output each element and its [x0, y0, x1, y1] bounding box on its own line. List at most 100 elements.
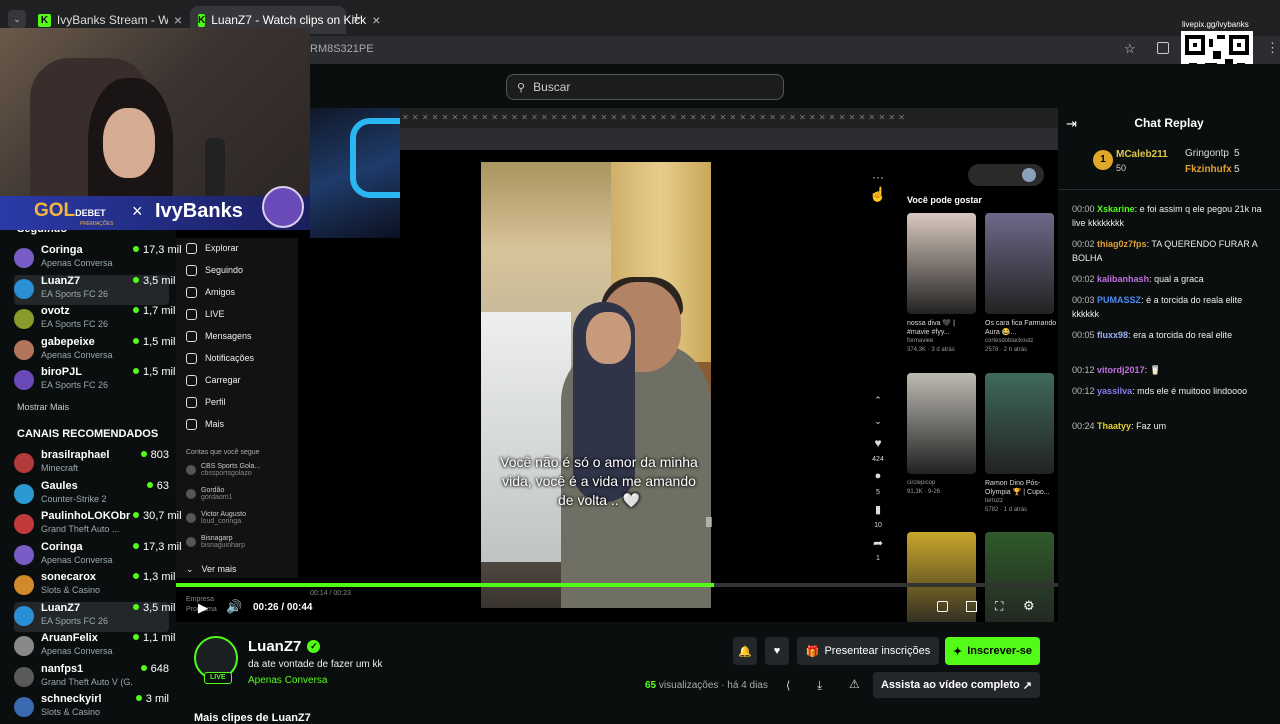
message-user[interactable]: vitordj2017 [1097, 365, 1145, 375]
theater-mode-icon[interactable] [937, 601, 948, 612]
chevron-up-icon[interactable]: ⌃ [868, 395, 888, 406]
search-input[interactable]: ⚲ Buscar [506, 74, 784, 100]
tiktok-menu-5[interactable]: Notificações [186, 351, 254, 365]
picture-in-picture-icon[interactable] [966, 601, 977, 612]
tiktok-menu-6[interactable]: Carregar [186, 373, 241, 387]
sidebar-item-luanz7[interactable]: LuanZ7 EA Sports FC 26 3,5 mil [14, 274, 175, 305]
sidebar-item-gaules[interactable]: Gaules Counter-Strike 2 63 [14, 480, 169, 510]
avatar [14, 453, 34, 473]
message-user[interactable]: kalibanhash [1097, 274, 1149, 284]
sidebar-item-gabepeixe[interactable]: gabepeixe Apenas Conversa 1,5 mil [14, 336, 175, 366]
avatar[interactable] [1022, 168, 1036, 182]
suggested-video[interactable]: Ramon Dino Pós-Olympia 🏆 | Cupo... tertuz… [985, 373, 1057, 515]
notification-bell-icon[interactable]: 🔔 [733, 637, 757, 665]
chevron-down-icon: ⌄ [186, 563, 194, 574]
clip-progress-fill [176, 583, 715, 587]
gift-subs-button[interactable]: 🎁 Presentear inscrições [797, 637, 939, 665]
verified-icon: ✓ [307, 640, 321, 653]
tab-list-button[interactable]: ⌄ [8, 10, 26, 28]
bookmark-icon[interactable]: ▮ [868, 503, 888, 516]
video-thumbnail [907, 373, 976, 474]
share-icon[interactable]: ➦ [868, 536, 888, 550]
channel-info: gabepeixe Apenas Conversa [41, 336, 133, 361]
like-icon[interactable]: ♥ [868, 436, 888, 450]
browser-menu-icon[interactable]: ⋮ [1266, 40, 1279, 56]
comment-icon[interactable]: ● [868, 470, 888, 482]
message-user[interactable]: PUMASSZ [1097, 295, 1141, 305]
new-tab-button[interactable]: + [352, 10, 361, 28]
gifter-name[interactable]: Gringontp [1185, 148, 1229, 159]
sidebar-item-luanz7[interactable]: LuanZ7 EA Sports FC 26 3,5 mil [14, 601, 175, 632]
download-icon[interactable]: ⤓ [817, 678, 822, 693]
menu-item-icon [186, 352, 197, 364]
tiktok-menu-8[interactable]: Mais [186, 417, 224, 431]
sidebar-item-nanfps1[interactable]: nanfps1 Grand Theft Auto V (G... 648 [14, 663, 169, 693]
more-options-icon[interactable]: ··· [868, 170, 888, 184]
report-warning-icon[interactable]: ⚠ [849, 677, 860, 691]
sidebar-item-coringa[interactable]: Coringa Apenas Conversa 17,3 mil [14, 244, 182, 274]
bookmark-star-icon[interactable]: ☆ [1124, 41, 1136, 57]
avatar [14, 636, 34, 656]
followed-account[interactable]: Gordão gordaom1 [186, 487, 233, 501]
tiktok-menu-0[interactable]: Explorar [186, 241, 239, 255]
followed-account[interactable]: CBS Sports Gola... cbssportsgolazo [186, 463, 260, 477]
avatar [186, 489, 196, 499]
suggested-video[interactable]: Os cara fica Farmando Aura 😂... cortesdob… [985, 213, 1057, 355]
message-user[interactable]: Thaatyy [1097, 421, 1131, 431]
account-text: Bisnagarp bisnaguinharp [201, 535, 245, 549]
volume-icon[interactable]: 🔊 [226, 599, 242, 615]
top-gifter-name[interactable]: MCaleb211 [1116, 149, 1168, 160]
tiktok-menu-1[interactable]: Seguindo [186, 263, 243, 277]
channel-info: Coringa Apenas Conversa [41, 541, 133, 566]
message-user[interactable]: yassilva [1097, 386, 1132, 396]
settings-gear-icon[interactable]: ⚙ [1023, 598, 1035, 614]
menu-item-icon [186, 264, 197, 276]
see-more-link[interactable]: ⌄ Ver mais [186, 562, 237, 576]
menu-item-label: Mais [205, 419, 225, 429]
tiktok-menu-3[interactable]: LIVE [186, 307, 225, 321]
close-tab-icon[interactable]: × [174, 12, 182, 28]
viewer-count: 648 [141, 663, 169, 676]
sidebar-item-coringa[interactable]: Coringa Apenas Conversa 17,3 mil [14, 541, 182, 571]
suggested-video[interactable]: circlepicop 91,3K · 9-26 [907, 373, 979, 497]
close-tab-icon[interactable]: × [372, 12, 380, 28]
sidebar-item-biropjl[interactable]: biroPJL EA Sports FC 26 1,5 mil [14, 366, 175, 396]
sidebar-item-paulinholokobr[interactable]: PaulinhoLOKObr Grand Theft Auto ... 30,7 m… [14, 510, 182, 540]
channel-info: brasilraphael Minecraft [41, 449, 133, 474]
sidebar-item-schneckyirl[interactable]: schneckyirl Slots & Casino 3 mil [14, 693, 169, 723]
sidebar-item-ovotz[interactable]: ovotz EA Sports FC 26 1,7 mil [14, 305, 175, 335]
star-icon: ✦ [952, 645, 963, 658]
tiktok-menu-7[interactable]: Perfil [186, 395, 226, 409]
sidebar-item-aruanfelix[interactable]: AruanFelix Apenas Conversa 1,1 mil [14, 632, 175, 662]
play-icon[interactable]: ▶ [198, 600, 208, 616]
streamer-mascot-icon [262, 186, 304, 228]
followed-account[interactable]: Victor Augusto loud_coringa [186, 511, 246, 525]
followed-account[interactable]: Bisnagarp bisnaguinharp [186, 535, 245, 549]
message-user[interactable]: thiag0z7fps [1097, 239, 1147, 249]
account-text: Gordão gordaom1 [201, 487, 233, 501]
message-user[interactable]: fluxx98 [1097, 330, 1128, 340]
watch-full-video-button[interactable]: Assista ao vídeo completo ↗ [873, 672, 1040, 698]
menu-item-icon [186, 374, 197, 386]
show-more-link[interactable]: Mostrar Mais [17, 402, 69, 412]
message-user[interactable]: Xskarine [1097, 204, 1135, 214]
fullscreen-icon[interactable]: ⛶ [995, 599, 1003, 614]
chevron-down-icon[interactable]: ⌄ [868, 416, 888, 427]
sidebar-item-brasilraphael[interactable]: brasilraphael Minecraft 803 [14, 449, 169, 479]
extensions-icon[interactable] [1157, 42, 1169, 54]
subscribe-button[interactable]: ✦ Inscrever-se [945, 637, 1040, 665]
tiktok-menu-2[interactable]: Amigos [186, 285, 235, 299]
gifter-name[interactable]: Fkzinhufx [1185, 164, 1232, 175]
scroll-handle[interactable] [706, 517, 712, 527]
sidebar-item-sonecarox[interactable]: sonecarox Slots & Casino 1,3 mil [14, 571, 175, 601]
account-name: Victor Augusto [201, 511, 247, 518]
channel-name[interactable]: LuanZ7 ✓ [248, 638, 321, 655]
clip-category[interactable]: Apenas Conversa [248, 675, 328, 686]
tiktok-menu-4[interactable]: Mensagens [186, 329, 252, 343]
video-frame[interactable] [481, 162, 711, 608]
share-icon[interactable]: ⟨ [786, 679, 790, 692]
follow-heart-icon[interactable]: ♥ [765, 637, 789, 665]
suggested-video[interactable]: nossa diva 🖤 | #mavie #fyy... formaviee 37… [907, 213, 979, 355]
sponsor-subtitle: PREMIAÇÕES [80, 221, 114, 227]
menu-item-label: Mensagens [205, 331, 252, 341]
